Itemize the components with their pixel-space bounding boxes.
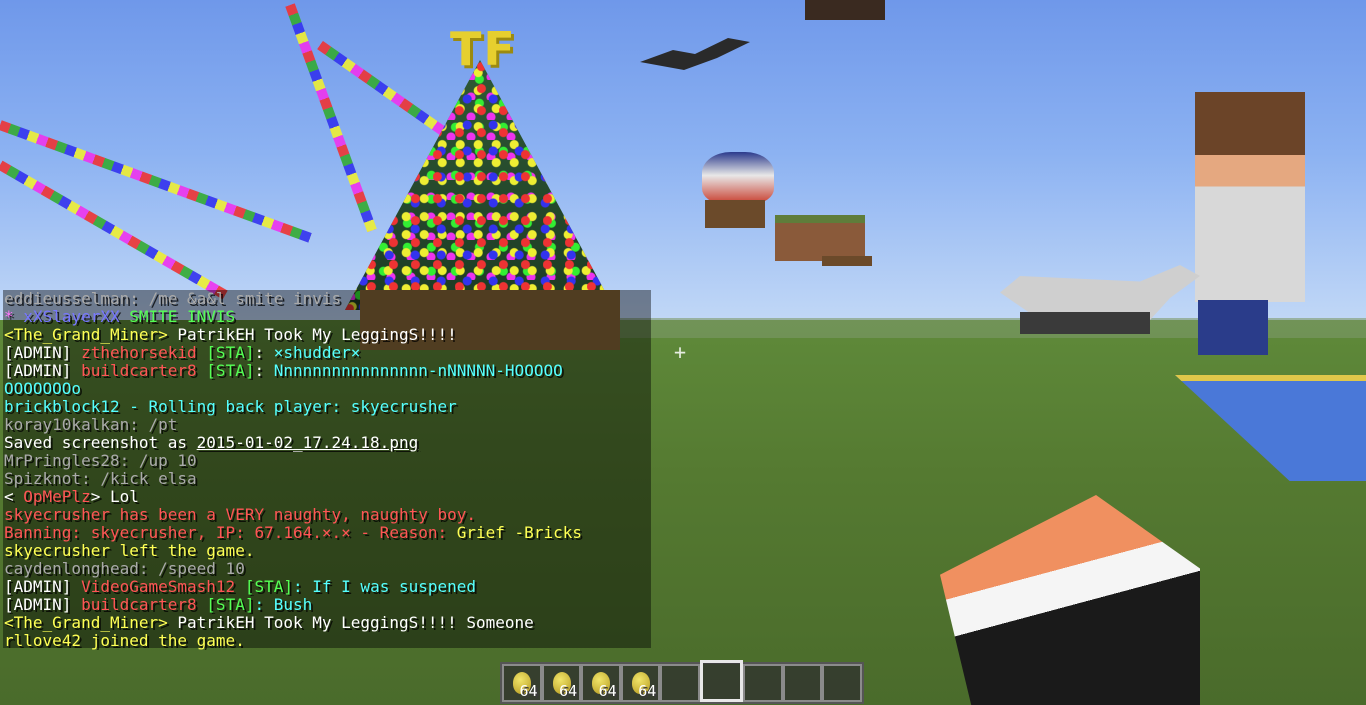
chat-line: rllove42 joined the game. xyxy=(3,632,651,650)
overhead-structure xyxy=(805,0,885,20)
chat-segment: [STA] xyxy=(206,344,255,362)
hotbar-slot[interactable]: 64 xyxy=(581,664,621,702)
chat-segment: SMITE INVIS xyxy=(119,308,236,326)
chat-line: [ADMIN] buildcarter8 [STA]: Bush xyxy=(3,596,651,614)
crosshair-icon: + xyxy=(674,340,687,364)
hotbar-slot[interactable] xyxy=(743,664,783,702)
chat-segment: [STA] xyxy=(206,596,255,614)
chat-log: eddieusselman: /me &a&l smite invis * xXS… xyxy=(3,290,651,650)
chat-line: skyecrusher left the game. xyxy=(3,542,651,560)
chat-segment: Saved screenshot as xyxy=(4,434,197,452)
chat-line: < OpMePlz> Lol xyxy=(3,488,651,506)
airship-balloon xyxy=(702,152,774,204)
chat-segment: 2015-01-02_17.24.18.png xyxy=(196,434,419,452)
item-count: 64 xyxy=(519,682,538,700)
chat-segment: * xyxy=(4,308,24,326)
chat-line: <The_Grand_Miner> PatrikEH Took My Leggi… xyxy=(3,614,651,632)
chat-segment: skyecrusher left the game. xyxy=(4,542,255,560)
chat-segment: koray10kalkan: /pt xyxy=(4,416,178,434)
player-statue xyxy=(1195,92,1305,302)
chat-line: Banning: skyecrusher, IP: 67.164.×.× - R… xyxy=(3,524,651,542)
chat-segment: buildcarter8 xyxy=(81,362,207,380)
chat-segment: < xyxy=(4,488,24,506)
chat-segment: [STA] xyxy=(206,362,255,380)
chat-segment: [ADMIN] xyxy=(4,344,82,362)
chat-segment: brickblock12 - Rolling back player: skye… xyxy=(4,398,457,416)
chat-segment: ×shudder× xyxy=(273,344,361,362)
chat-segment: skyecrusher has been a VERY naughty, nau… xyxy=(4,506,477,524)
hotbar-slot[interactable] xyxy=(822,664,863,702)
chat-segment: <The_Grand_Miner> xyxy=(4,614,178,632)
chat-segment: xXSlayerXX xyxy=(23,308,120,326)
chat-line: caydenlonghead: /speed 10 xyxy=(3,560,651,578)
chat-segment: : xyxy=(254,362,274,380)
chat-segment: OOOOOOOo xyxy=(4,380,82,398)
item-count: 64 xyxy=(598,682,617,700)
item-count: 64 xyxy=(559,682,578,700)
chat-segment: > Lol xyxy=(90,488,139,506)
chat-segment: [ADMIN] xyxy=(4,362,82,380)
chat-line: OOOOOOOo xyxy=(3,380,651,398)
chat-segment: MrPringles28: /up 10 xyxy=(4,452,197,470)
chat-segment: buildcarter8 xyxy=(81,596,207,614)
chat-segment: : If I was suspened xyxy=(293,578,477,596)
chat-line: eddieusselman: /me &a&l smite invis xyxy=(3,290,651,308)
chat-segment: PatrikEH Took My LeggingS!!!! Someone xyxy=(177,614,534,632)
chat-line: [ADMIN] VideoGameSmash12 [STA]: If I was… xyxy=(3,578,651,596)
chat-line: brickblock12 - Rolling back player: skye… xyxy=(3,398,651,416)
chat-segment: : xyxy=(254,344,274,362)
chat-segment: <The_Grand_Miner> xyxy=(4,326,178,344)
chat-segment: caydenlonghead: /speed 10 xyxy=(4,560,245,578)
chat-line: [ADMIN] zthehorsekid [STA]: ×shudder× xyxy=(3,344,651,362)
chat-segment: zthehorsekid xyxy=(81,344,207,362)
player-statue-legs xyxy=(1198,300,1268,355)
chat-line: MrPringles28: /up 10 xyxy=(3,452,651,470)
floating-island-small xyxy=(822,256,872,266)
chat-line: skyecrusher has been a VERY naughty, nau… xyxy=(3,506,651,524)
chat-line: Saved screenshot as 2015-01-02_17.24.18.… xyxy=(3,434,651,452)
hotbar-slot[interactable] xyxy=(782,664,823,702)
chat-segment: Banning: skyecrusher, IP: 67.164.×.× - R… xyxy=(4,524,457,542)
hotbar-slot[interactable]: 64 xyxy=(541,664,582,702)
chat-segment: [ADMIN] xyxy=(4,596,82,614)
chat-segment: Grief -Bricks xyxy=(456,524,582,542)
chat-line: [ADMIN] buildcarter8 [STA]: Nnnnnnnnnnnn… xyxy=(3,362,651,380)
chat-line: Spizknot: /kick elsa xyxy=(3,470,651,488)
chat-segment: eddieusselman: /me &a&l smite invis xyxy=(4,290,342,308)
chat-line: <The_Grand_Miner> PatrikEH Took My Leggi… xyxy=(3,326,651,344)
floating-island xyxy=(775,215,865,261)
chat-segment: Nnnnnnnnnnnnnnnn-nNNNNN-HOOOOO xyxy=(273,362,563,380)
hotbar[interactable]: 64 64 64 64 xyxy=(500,660,864,704)
chat-segment: rllove42 joined the game. xyxy=(4,632,245,650)
chat-segment: PatrikEH Took My LeggingS!!!! xyxy=(177,326,457,344)
chat-line: koray10kalkan: /pt xyxy=(3,416,651,434)
chat-segment: [ADMIN] xyxy=(4,578,82,596)
chat-segment: OpMePlz xyxy=(23,488,91,506)
hotbar-slot[interactable]: 64 xyxy=(620,664,661,702)
chat-segment: : Bush xyxy=(254,596,313,614)
hotbar-slot[interactable]: 64 xyxy=(502,664,542,702)
chat-segment: VideoGameSmash12 xyxy=(81,578,245,596)
item-count: 64 xyxy=(638,682,657,700)
airship-hull xyxy=(705,200,765,228)
hotbar-slot[interactable] xyxy=(660,664,700,702)
chat-segment: [STA] xyxy=(244,578,293,596)
chat-segment: Spizknot: /kick elsa xyxy=(4,470,197,488)
train-build xyxy=(1020,312,1150,334)
tree-top-sign: TF xyxy=(450,22,517,76)
hotbar-slot[interactable] xyxy=(699,660,744,702)
chat-line: * xXSlayerXX SMITE INVIS xyxy=(3,308,651,326)
